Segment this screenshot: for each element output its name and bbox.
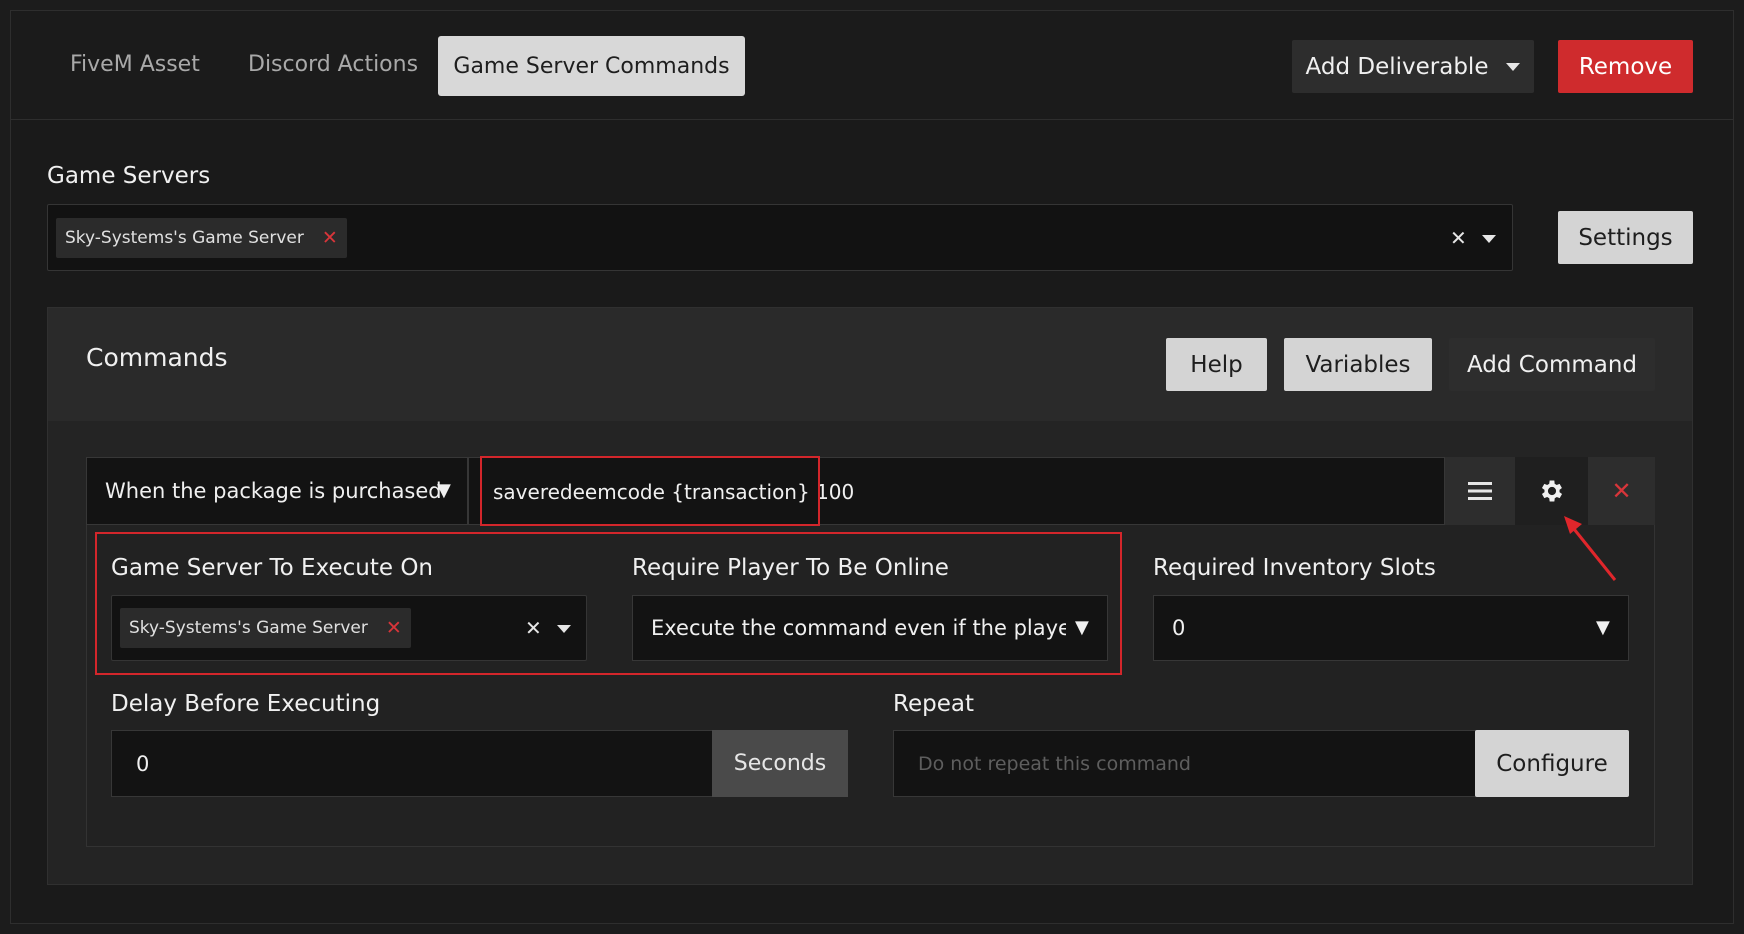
dropdown-arrow-icon: ▼ <box>1596 617 1610 638</box>
gear-icon <box>1541 480 1562 502</box>
tab-fivem-asset[interactable]: FiveM Asset <box>70 52 200 77</box>
add-deliverable-label: Add Deliverable <box>1305 53 1489 80</box>
variables-button[interactable]: Variables <box>1284 338 1432 391</box>
execute-on-select[interactable]: Sky-Systems's Game Server ✕ ✕ <box>111 595 587 661</box>
execute-on-label: Game Server To Execute On <box>111 555 434 581</box>
trigger-select[interactable]: When the package is purchased ▼ <box>86 457 468 525</box>
configure-button[interactable]: Configure <box>1475 730 1629 797</box>
repeat-placeholder: Do not repeat this command <box>918 752 1191 775</box>
reorder-button[interactable] <box>1445 457 1515 525</box>
command-highlight-box <box>480 456 820 526</box>
hamburger-icon <box>1468 482 1492 500</box>
delay-value: 0 <box>136 751 150 776</box>
repeat-input[interactable]: Do not repeat this command <box>893 730 1476 797</box>
help-button[interactable]: Help <box>1166 338 1267 391</box>
tab-discord-actions[interactable]: Discord Actions <box>248 52 418 77</box>
clear-icon[interactable]: ✕ <box>1450 226 1467 250</box>
chip-label: Sky-Systems's Game Server <box>129 618 368 638</box>
trigger-value: When the package is purchased <box>105 479 442 503</box>
chip-label: Sky-Systems's Game Server <box>65 228 304 248</box>
inventory-slots-select[interactable]: 0 ▼ <box>1153 595 1629 661</box>
remove-chip-icon[interactable]: ✕ <box>322 227 338 249</box>
annotation-arrow <box>1564 516 1617 581</box>
settings-button[interactable]: Settings <box>1558 211 1693 264</box>
commands-header <box>48 308 1692 421</box>
tab-game-server-commands[interactable]: Game Server Commands <box>438 36 745 96</box>
commands-title: Commands <box>86 343 228 372</box>
require-online-select[interactable]: Execute the command even if the player i… <box>632 595 1108 661</box>
tab-label: Game Server Commands <box>453 53 730 79</box>
game-servers-select[interactable]: Sky-Systems's Game Server ✕ ✕ <box>47 204 1513 271</box>
require-online-value: Execute the command even if the player i… <box>651 616 1066 640</box>
close-icon: ✕ <box>1611 477 1632 505</box>
chevron-down-icon[interactable] <box>1482 235 1496 243</box>
require-online-label: Require Player To Be Online <box>632 555 949 581</box>
inventory-slots-value: 0 <box>1172 616 1186 640</box>
game-server-chip: Sky-Systems's Game Server ✕ <box>56 218 347 258</box>
add-deliverable-button[interactable]: Add Deliverable <box>1292 40 1534 93</box>
remove-button[interactable]: Remove <box>1558 40 1693 93</box>
delay-unit-addon: Seconds <box>712 730 848 797</box>
dropdown-arrow-icon: ▼ <box>437 480 451 501</box>
chevron-down-icon <box>1506 62 1521 71</box>
dropdown-arrow-icon: ▼ <box>1075 617 1089 638</box>
clear-icon[interactable]: ✕ <box>525 616 542 640</box>
chevron-down-icon[interactable] <box>557 625 571 633</box>
execute-server-chip: Sky-Systems's Game Server ✕ <box>120 608 411 648</box>
delay-input[interactable]: 0 <box>111 730 713 797</box>
delay-label: Delay Before Executing <box>111 691 381 717</box>
inventory-slots-label: Required Inventory Slots <box>1153 555 1436 581</box>
add-command-button[interactable]: Add Command <box>1449 338 1655 391</box>
repeat-label: Repeat <box>893 691 974 717</box>
remove-chip-icon[interactable]: ✕ <box>386 617 402 639</box>
game-servers-label: Game Servers <box>47 163 211 189</box>
